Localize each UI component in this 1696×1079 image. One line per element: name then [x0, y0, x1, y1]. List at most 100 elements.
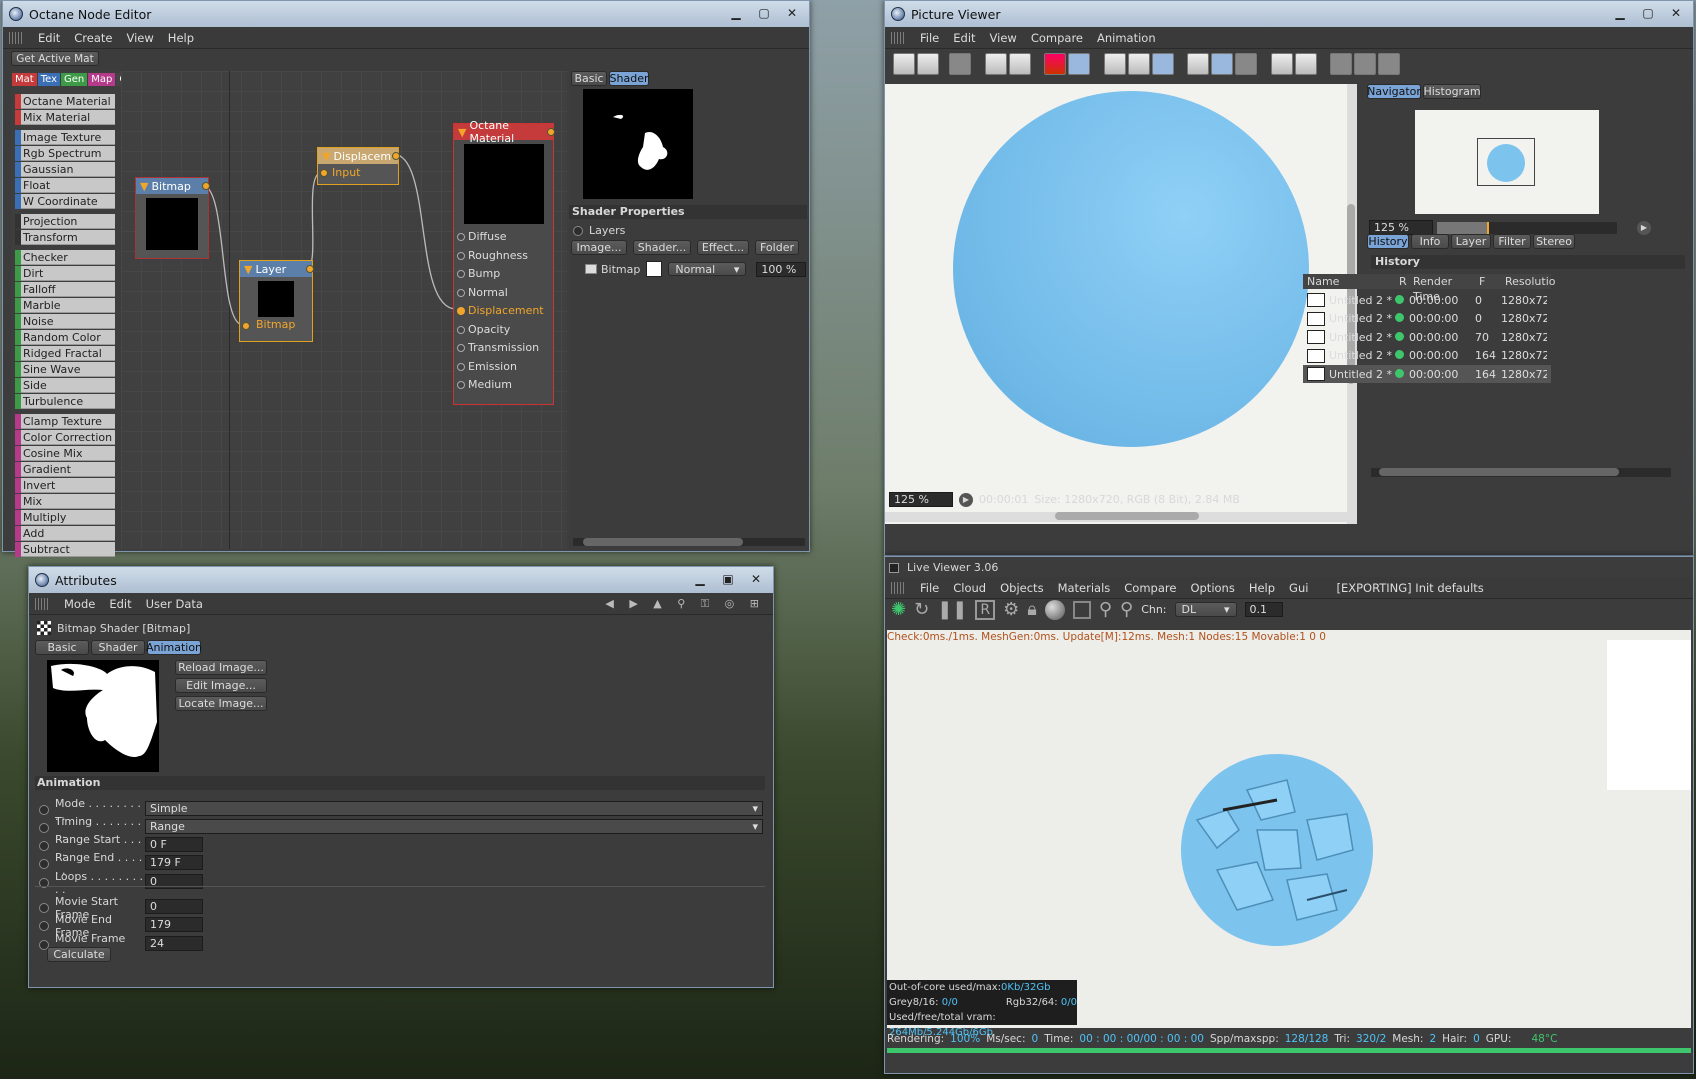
attribute-field[interactable]: 0 F — [145, 837, 203, 852]
close-icon[interactable]: ✕ — [743, 570, 769, 587]
output-port[interactable] — [392, 152, 400, 160]
history-row[interactable]: Untitled 2 * 00:00:00 164 1280x720 — [1303, 347, 1551, 365]
lock-icon[interactable]: 🔒︎ — [1027, 599, 1037, 620]
history-row[interactable]: Untitled 2 * 00:00:00 0 1280x720 — [1303, 291, 1551, 309]
horizontal-scrollbar[interactable] — [1055, 512, 1199, 520]
tab-stereo[interactable]: Stereo — [1533, 234, 1575, 249]
tab-info[interactable]: Info — [1411, 234, 1449, 249]
attribute-select[interactable]: Simple ▾ — [145, 801, 763, 816]
material-pin[interactable]: Diffuse — [454, 228, 553, 246]
settings-icon[interactable]: ⚙ — [1003, 599, 1019, 620]
tab-shader[interactable]: Shader — [609, 71, 649, 86]
menu-file[interactable]: File — [913, 31, 946, 45]
material-pin[interactable]: Displacement — [454, 302, 553, 320]
material-pin-icon[interactable]: ⚲ — [1120, 599, 1133, 620]
menu-mode[interactable]: Mode — [57, 597, 102, 611]
bitmap-node[interactable]: ▼ Bitmap — [135, 177, 210, 259]
blend-mode-select[interactable]: Normal — [675, 263, 715, 276]
crop-icon[interactable] — [984, 53, 1007, 75]
history-row[interactable]: Untitled 2 * 00:00:00 164 1280x720 — [1303, 365, 1551, 383]
set-b-icon[interactable] — [1294, 53, 1317, 75]
animate-radio[interactable] — [39, 858, 49, 869]
menu-objects[interactable]: Objects — [993, 581, 1050, 595]
compare-ab-icon[interactable] — [1151, 53, 1174, 75]
material-pin[interactable]: Transmission — [454, 339, 553, 357]
nav-arrows-icon[interactable]: ◀ ▶ ▲ ⚲ ⚿ ◎ ⊞ — [605, 597, 765, 611]
output-port[interactable] — [547, 128, 555, 136]
pause-icon[interactable]: ❚❚ — [937, 599, 967, 620]
displacement-node[interactable]: ▼ Displacem Input — [317, 147, 400, 185]
col-name[interactable]: Name — [1303, 274, 1399, 289]
input-port[interactable] — [242, 322, 250, 330]
render-icon[interactable] — [1044, 53, 1066, 75]
menu-materials[interactable]: Materials — [1051, 581, 1118, 595]
history-row[interactable]: Untitled 2 * 00:00:00 70 1280x720 — [1303, 328, 1551, 346]
tab-navigator[interactable]: Navigator — [1367, 84, 1421, 99]
col-render-time[interactable]: Render Time — [1413, 274, 1479, 303]
material-pin[interactable]: Roughness — [454, 247, 553, 265]
menu-file[interactable]: File — [913, 581, 946, 595]
channel-value-field[interactable]: 0.1 — [1244, 602, 1283, 617]
edit-image-button[interactable]: Edit Image... — [175, 678, 267, 693]
diff-icon[interactable] — [1354, 53, 1376, 75]
effect-button[interactable]: Effect... — [697, 240, 749, 255]
menu-edit[interactable]: Edit — [102, 597, 138, 611]
tab-histogram[interactable]: Histogram — [1423, 84, 1481, 99]
swap-icon[interactable] — [1330, 53, 1352, 75]
material-pin[interactable]: Medium — [454, 376, 553, 394]
maximize-icon[interactable]: ▢ — [1635, 4, 1661, 21]
material-ball-icon[interactable] — [1044, 599, 1065, 620]
tab-basic[interactable]: Basic — [35, 640, 89, 655]
layers-radio[interactable] — [573, 225, 583, 236]
overlay-icon[interactable] — [1378, 53, 1400, 75]
material-pin[interactable]: Normal — [454, 284, 553, 302]
grip-icon[interactable] — [35, 597, 49, 610]
octane-material-node[interactable]: ▼ Octane Material Diffuse Roughness Bump Nor… — [453, 119, 555, 405]
animate-radio[interactable] — [39, 804, 49, 815]
attribute-field[interactable]: 24 — [145, 936, 203, 951]
horizontal-scrollbar[interactable] — [583, 538, 743, 546]
material-pin[interactable]: Bump — [454, 265, 553, 283]
save-icon[interactable] — [917, 53, 939, 75]
menu-user-data[interactable]: User Data — [139, 597, 210, 611]
input-port[interactable] — [320, 169, 328, 177]
render-viewport[interactable] — [885, 84, 1347, 524]
menu-compare[interactable]: Compare — [1024, 31, 1090, 45]
region-icon[interactable] — [1008, 53, 1031, 75]
channel-select[interactable]: DL — [1182, 603, 1197, 616]
menu-help[interactable]: Help — [1242, 581, 1282, 595]
reload-image-button[interactable]: Reload Image... — [175, 660, 267, 675]
layer-node[interactable]: ▼ Layer Bitmap — [239, 260, 314, 342]
grid-icon[interactable] — [949, 53, 971, 75]
attribute-field[interactable]: 179 F — [145, 855, 203, 870]
animate-radio[interactable] — [39, 822, 49, 833]
navigator-preview[interactable] — [1415, 110, 1599, 214]
text-ab-icon[interactable] — [1235, 53, 1257, 75]
attribute-field[interactable]: 0 — [145, 899, 203, 914]
history-scrollbar[interactable] — [1379, 468, 1619, 476]
menu-view[interactable]: View — [983, 31, 1024, 45]
animate-radio[interactable] — [39, 920, 49, 931]
view-icon[interactable] — [1187, 53, 1209, 75]
zoom-field[interactable]: 125 % — [889, 492, 953, 507]
play-icon[interactable]: ▶ — [1637, 220, 1651, 235]
octane-logo-icon[interactable]: ✺ — [891, 599, 906, 620]
set-a-icon[interactable] — [1270, 53, 1293, 75]
tab-layer[interactable]: Layer — [1451, 234, 1491, 249]
opacity-field[interactable]: 100 % — [756, 261, 807, 277]
region-icon[interactable] — [1072, 600, 1091, 619]
grip-icon[interactable] — [891, 31, 905, 44]
tab-filter[interactable]: Filter — [1493, 234, 1531, 249]
locate-image-button[interactable]: Locate Image... — [175, 696, 267, 711]
live-viewport[interactable]: Check:0ms./1ms. MeshGen:0ms. Update[M]:1… — [887, 630, 1691, 1038]
output-port[interactable] — [202, 182, 210, 190]
animate-radio[interactable] — [39, 840, 49, 851]
menu-compare[interactable]: Compare — [1117, 581, 1183, 595]
compare-b-icon[interactable] — [1127, 53, 1150, 75]
material-pin[interactable]: Opacity — [454, 321, 553, 339]
image-button[interactable]: Image... — [571, 240, 627, 255]
col-resolution[interactable]: Resolutio — [1505, 274, 1556, 289]
zoom-slider[interactable] — [1437, 221, 1617, 234]
panel-toggle-icon[interactable] — [889, 562, 899, 573]
menu-gui[interactable]: Gui — [1282, 581, 1315, 595]
